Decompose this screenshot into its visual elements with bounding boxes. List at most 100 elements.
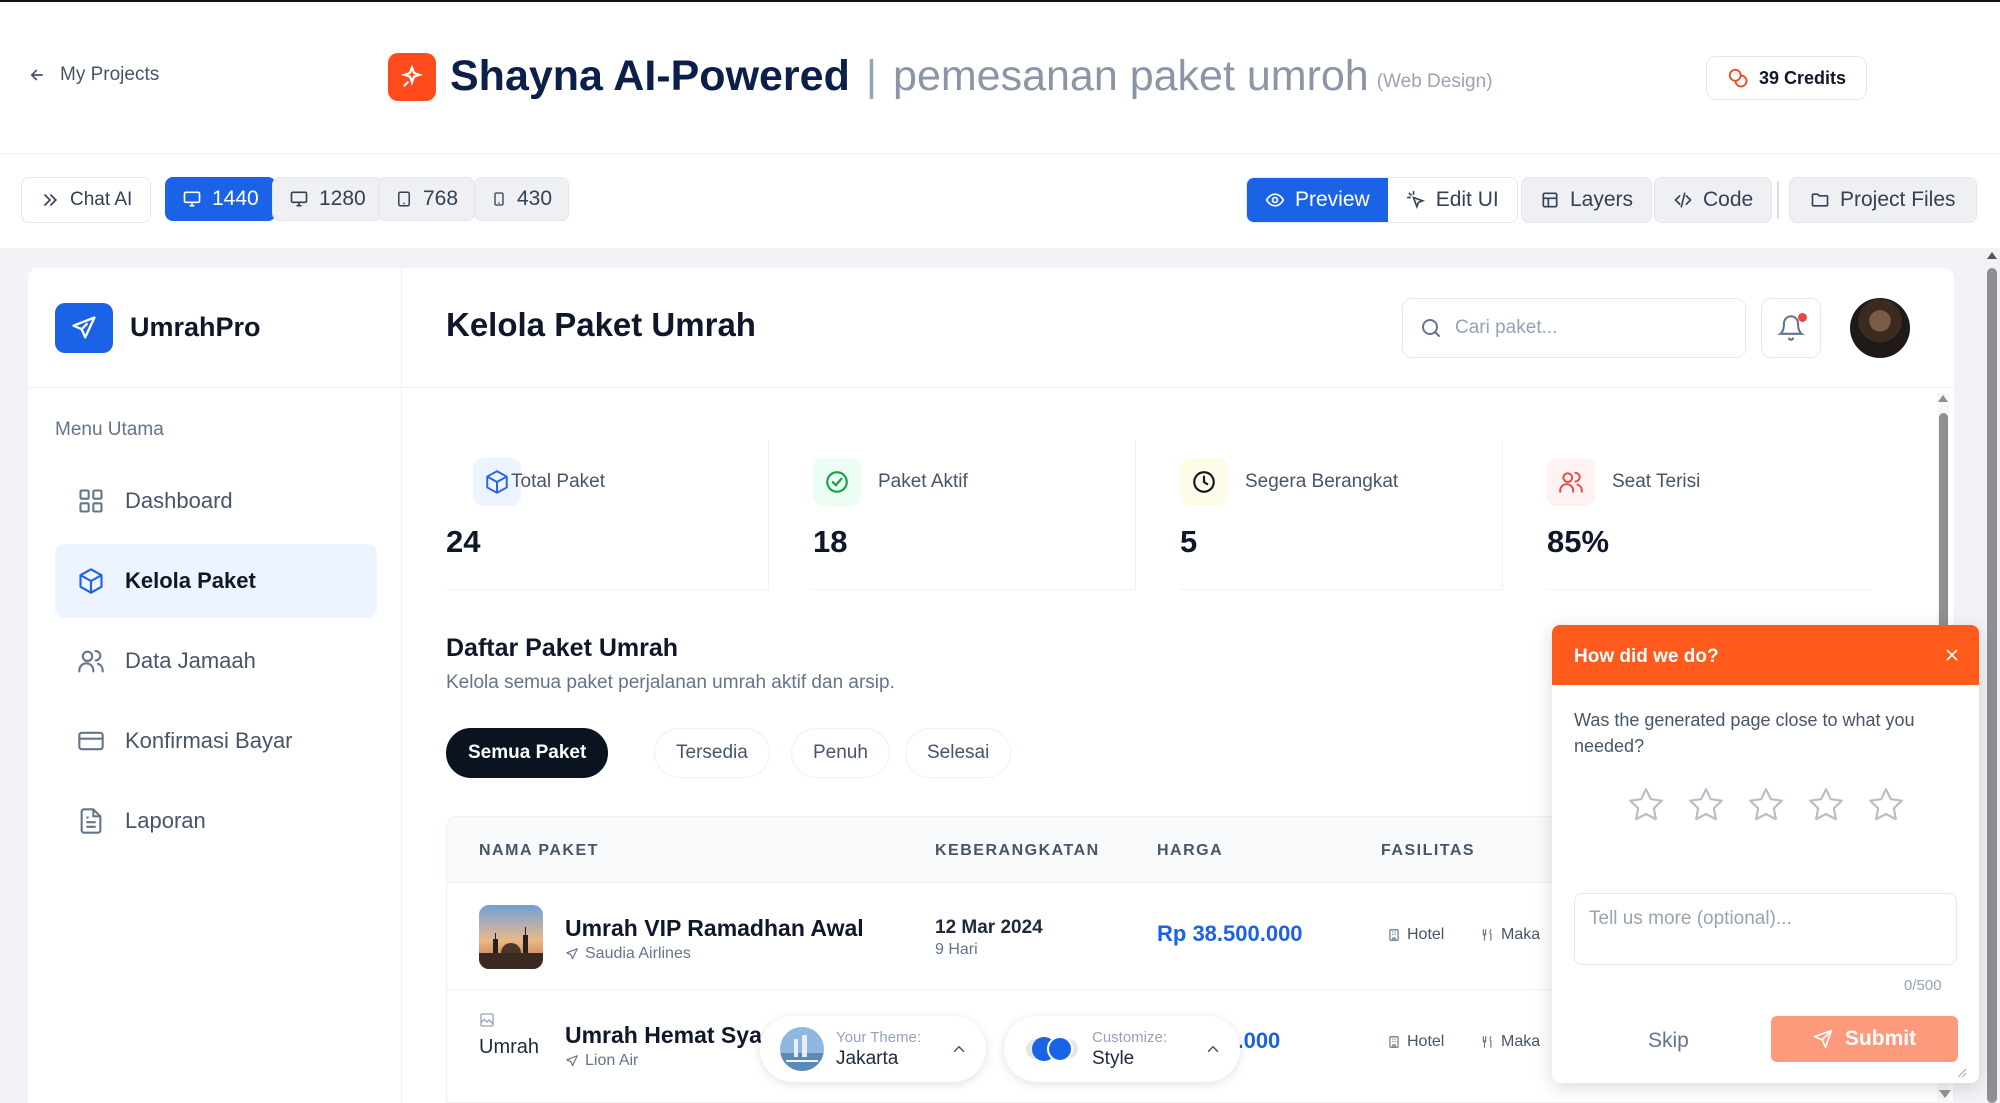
- building-icon: [1387, 1035, 1401, 1049]
- breakpoint-label: 1280: [319, 187, 366, 210]
- stat-label: Total Paket: [511, 471, 605, 492]
- airline-name: Saudia Airlines: [585, 945, 691, 962]
- customize-selector[interactable]: Customize: Style: [1004, 1016, 1240, 1082]
- sidebar-item-dashboard[interactable]: Dashboard: [55, 464, 377, 538]
- stat-value: 18: [813, 524, 848, 559]
- theme-name: Jakarta: [836, 1047, 899, 1069]
- app-sidebar: UmrahPro Menu Utama Dashboard Kelola Pak…: [28, 268, 402, 1103]
- submit-label: Submit: [1844, 1027, 1917, 1050]
- feedback-question: Was the generated page close to what you…: [1574, 710, 1915, 756]
- project-files-label: Project Files: [1840, 188, 1956, 211]
- code-label: Code: [1703, 188, 1754, 211]
- desktop-icon: [182, 189, 202, 209]
- project-type-tag: (Web Design): [1376, 71, 1493, 92]
- sidebar-item-kelola-paket[interactable]: Kelola Paket: [55, 544, 377, 618]
- package-airline: Lion Air: [565, 1052, 638, 1070]
- filter-semua-paket[interactable]: Semua Paket: [446, 728, 609, 778]
- star-icon-3[interactable]: [1746, 785, 1786, 825]
- feedback-textarea[interactable]: Tell us more (optional)...: [1574, 893, 1957, 965]
- resize-handle-icon[interactable]: [1955, 1066, 1967, 1078]
- building-icon: [1387, 928, 1401, 942]
- sidebar-item-laporan[interactable]: Laporan: [55, 784, 377, 858]
- sidebar-item-konfirmasi-bayar[interactable]: Konfirmasi Bayar: [55, 704, 377, 778]
- search-input[interactable]: Cari paket...: [1402, 298, 1746, 358]
- breakpoint-1280-button[interactable]: 1280: [272, 177, 383, 221]
- character-counter: 0/500: [1904, 977, 1942, 994]
- inner-scroll-up-arrow-icon[interactable]: [1938, 395, 1948, 402]
- sidebar-item-label: Dashboard: [125, 488, 233, 513]
- coins-icon: [1727, 67, 1749, 89]
- code-button[interactable]: Code: [1654, 177, 1773, 223]
- star-icon-2[interactable]: [1686, 785, 1726, 825]
- scroll-up-arrow-icon[interactable]: [1987, 252, 1997, 259]
- breakpoint-1440-button[interactable]: 1440: [165, 177, 276, 221]
- chevron-up-icon: [950, 1040, 968, 1058]
- header-divider: [0, 153, 2000, 154]
- chevron-up-icon: [1204, 1040, 1222, 1058]
- stat-label: Segera Berangkat: [1245, 471, 1399, 492]
- product-name: Shayna AI-Powered: [450, 52, 850, 100]
- airline-name: Lion Air: [585, 1052, 639, 1069]
- credit-card-icon: [77, 727, 105, 755]
- skip-button[interactable]: Skip: [1648, 1029, 1689, 1053]
- layers-button[interactable]: Layers: [1521, 177, 1653, 223]
- filter-tersedia[interactable]: Tersedia: [654, 728, 770, 778]
- stat-card-total-paket: Total Paket 24: [446, 440, 769, 590]
- canvas-scrollbar-thumb[interactable]: [1987, 268, 1997, 1103]
- star-icon-4[interactable]: [1806, 785, 1846, 825]
- desktop-icon: [289, 189, 309, 209]
- facility-chip-makan: Maka: [1475, 1028, 1546, 1056]
- utensils-icon: [1481, 928, 1495, 942]
- star-icon-1[interactable]: [1626, 785, 1666, 825]
- back-to-projects-link[interactable]: My Projects: [28, 64, 159, 86]
- send-icon: [1813, 1029, 1833, 1049]
- credits-badge[interactable]: 39 Credits: [1706, 56, 1868, 100]
- menu-section-title: Menu Utama: [55, 419, 164, 440]
- theme-caption: Your Theme:: [836, 1028, 922, 1046]
- stat-label: Seat Terisi: [1612, 471, 1701, 492]
- edit-ui-button[interactable]: Edit UI: [1387, 178, 1517, 222]
- project-files-button[interactable]: Project Files: [1789, 177, 1977, 223]
- sidebar-item-data-jamaah[interactable]: Data Jamaah: [55, 624, 377, 698]
- mobile-icon: [491, 189, 507, 209]
- breakpoint-label: 430: [517, 187, 553, 210]
- users-icon: [77, 647, 105, 675]
- facility-chip-makan: Maka: [1475, 921, 1546, 949]
- stat-value: 5: [1180, 524, 1198, 559]
- facility-label: Hotel: [1407, 926, 1445, 943]
- clock-icon: [1180, 458, 1228, 506]
- star-icon-5[interactable]: [1866, 785, 1906, 825]
- column-header-keberangkatan: KEBERANGKATAN: [935, 842, 1100, 859]
- inner-scrollbar-thumb[interactable]: [1939, 413, 1948, 635]
- notifications-button[interactable]: [1761, 298, 1821, 358]
- feedback-title: How did we do?: [1552, 625, 1979, 685]
- breakpoint-430-button[interactable]: 430: [474, 177, 570, 221]
- filter-penuh[interactable]: Penuh: [791, 728, 890, 778]
- style-swatch-icon: [1024, 1031, 1080, 1067]
- departure-date: 12 Mar 2024: [935, 917, 1043, 938]
- sidebar-item-label: Laporan: [125, 808, 206, 833]
- package-price: Rp 38.500.000: [1157, 921, 1303, 946]
- chat-ai-label: Chat AI: [70, 189, 133, 210]
- title-divider: |: [865, 52, 878, 100]
- inner-scroll-down-arrow-icon[interactable]: [1939, 1090, 1951, 1098]
- section-title: Daftar Paket Umrah: [446, 634, 679, 662]
- chat-ai-button[interactable]: Chat AI: [21, 177, 152, 223]
- stat-card-segera-berangkat: Segera Berangkat 5: [1180, 440, 1503, 590]
- preview-button[interactable]: Preview: [1247, 178, 1388, 222]
- layout-icon: [1540, 190, 1560, 210]
- sidebar-item-label: Data Jamaah: [125, 648, 256, 673]
- feedback-dialog: How did we do? Was the generated page cl…: [1552, 625, 1979, 1083]
- breakpoint-768-button[interactable]: 768: [378, 177, 476, 221]
- sparkle-logo-icon: [388, 52, 436, 101]
- theme-selector[interactable]: Your Theme: Jakarta: [760, 1016, 986, 1082]
- theme-thumbnail: [780, 1027, 824, 1071]
- close-icon[interactable]: [1940, 643, 1964, 667]
- sidebar-item-label: Kelola Paket: [125, 568, 256, 593]
- filter-selesai[interactable]: Selesai: [905, 728, 1012, 778]
- avatar[interactable]: [1850, 298, 1910, 358]
- stat-card-paket-aktif: Paket Aktif 18: [813, 440, 1136, 590]
- code-icon: [1673, 190, 1693, 210]
- submit-button[interactable]: Submit: [1771, 1016, 1958, 1062]
- double-chevron-right-icon: [40, 190, 60, 210]
